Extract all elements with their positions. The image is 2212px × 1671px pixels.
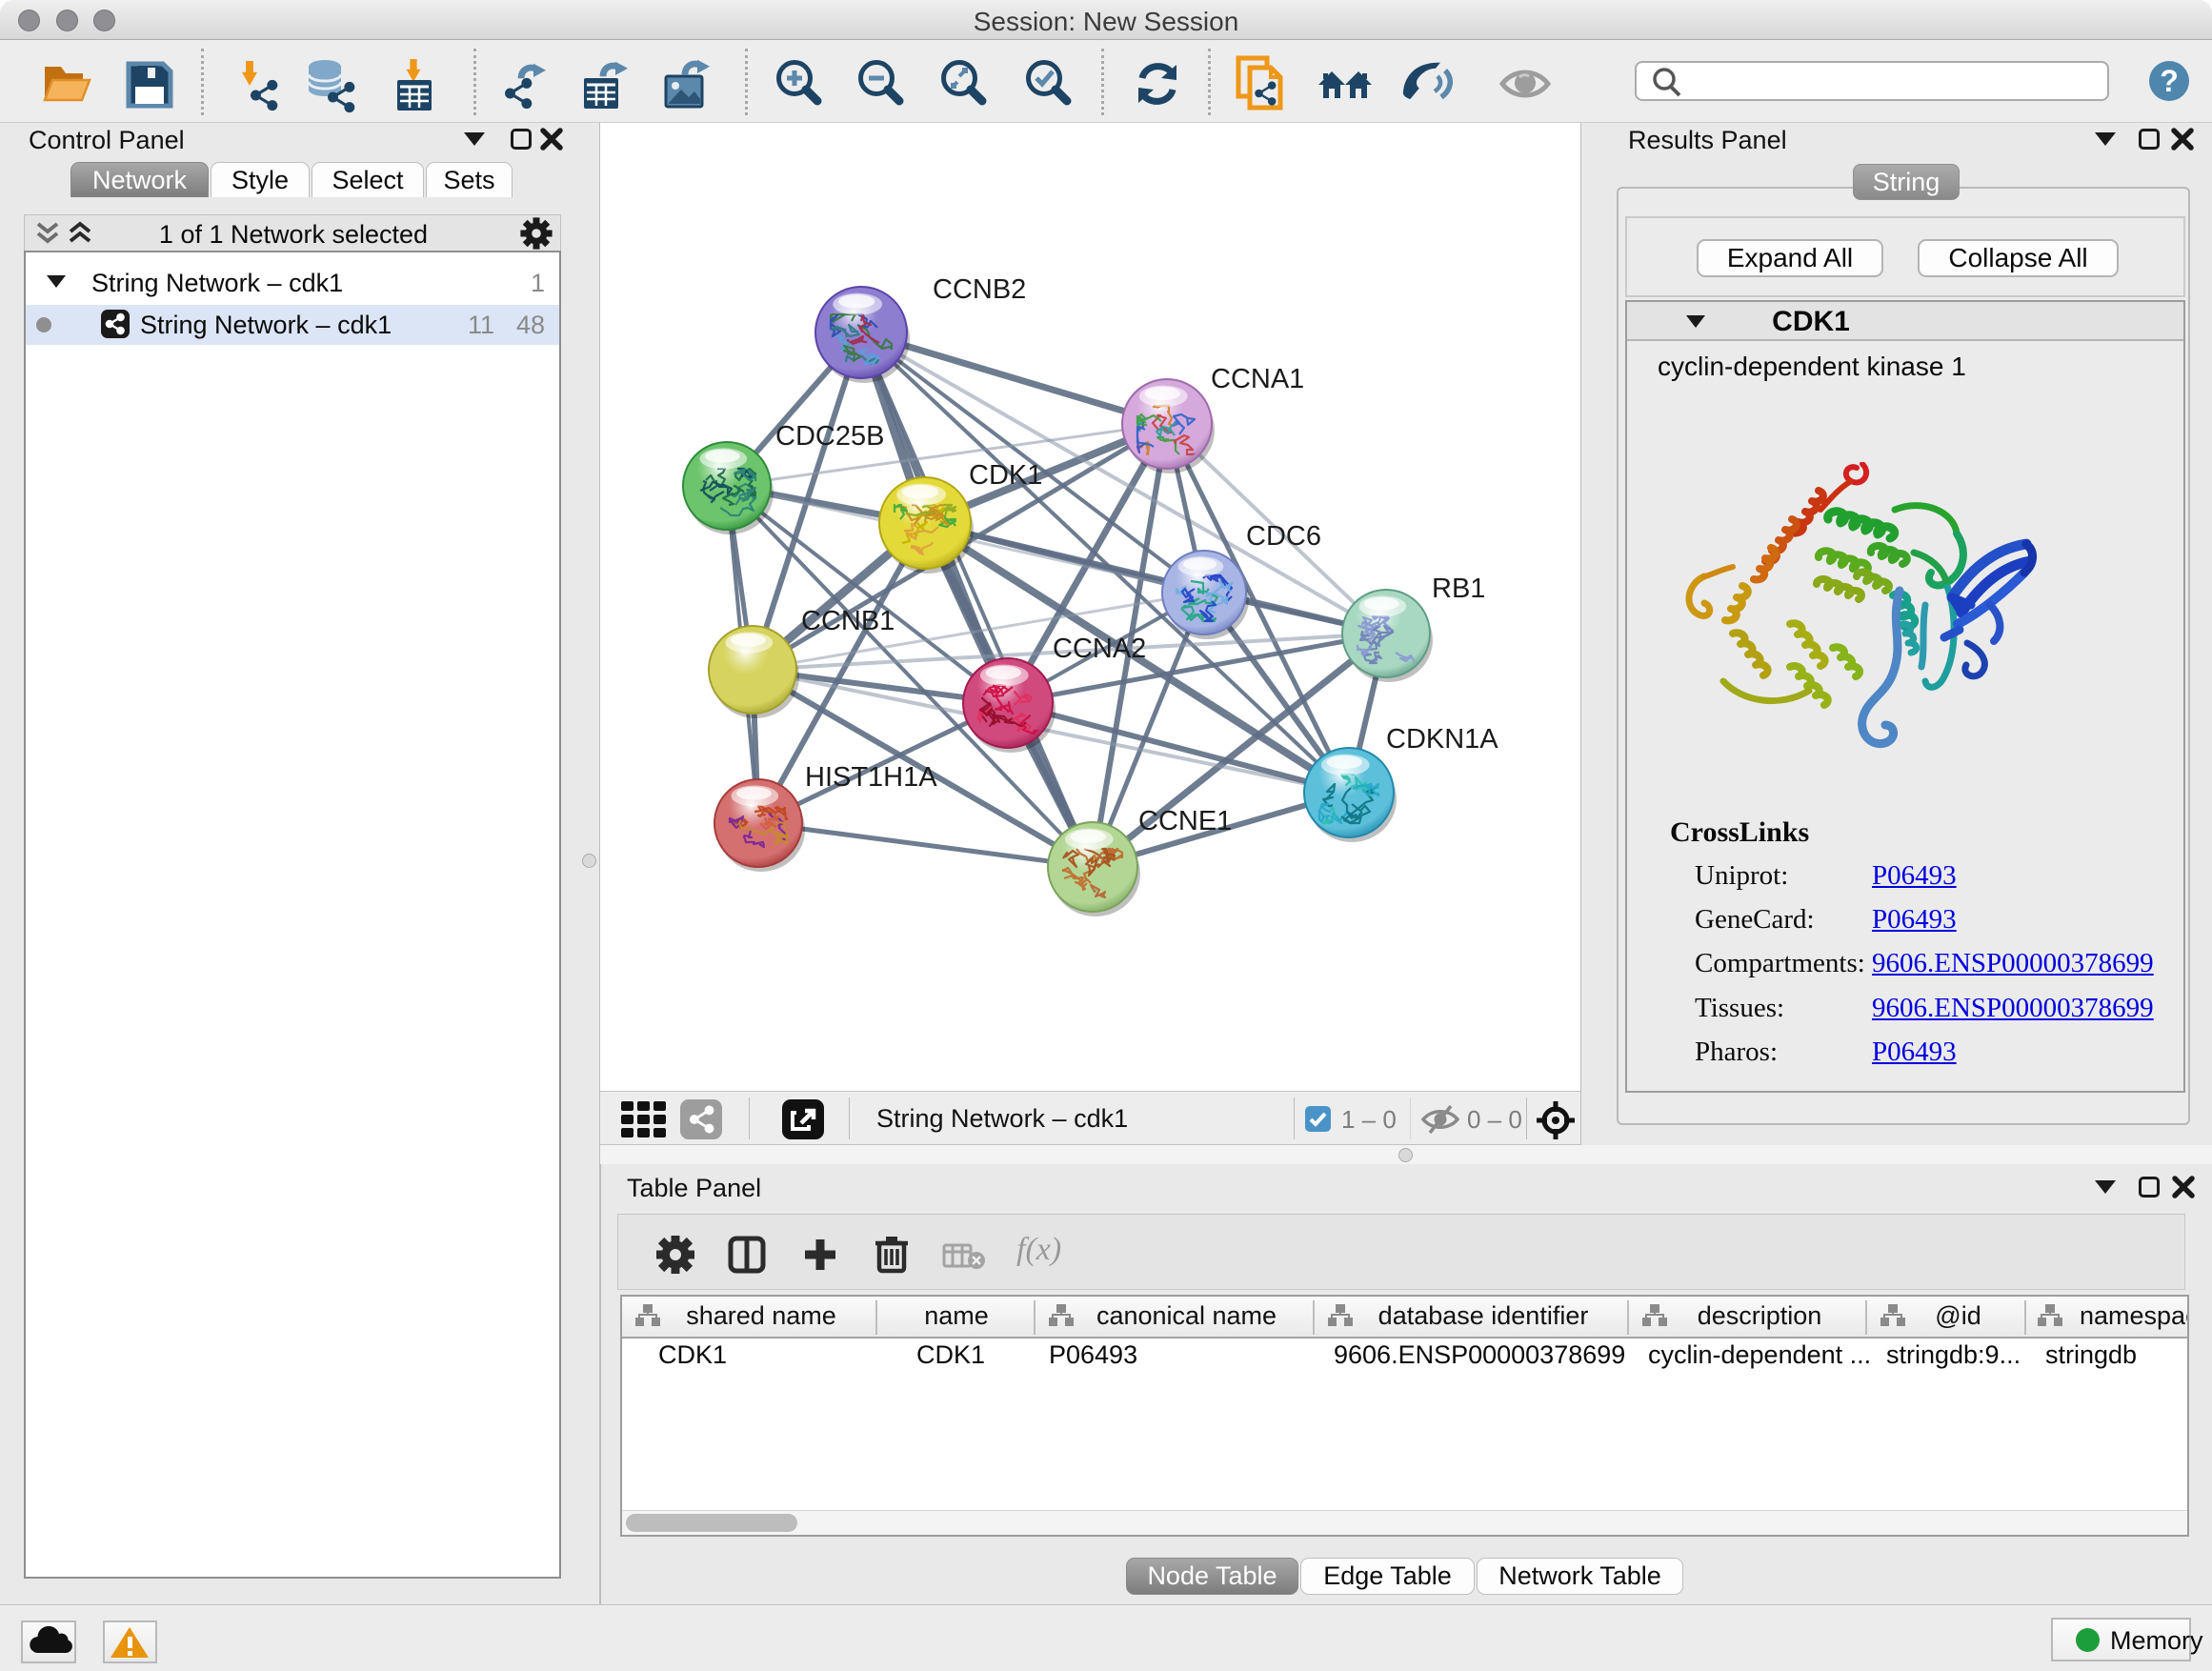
svg-text:CDKN1A: CDKN1A [1386,724,1498,755]
svg-text:@id: @id [1935,1301,1981,1330]
svg-text:CCNB1: CCNB1 [801,606,895,636]
svg-text:CCNA2: CCNA2 [1053,634,1146,664]
svg-text:CDC25B: CDC25B [775,421,884,452]
svg-text:description: description [1698,1301,1822,1330]
svg-text:HIST1H1A: HIST1H1A [805,762,937,793]
svg-text:?: ? [2160,64,2179,98]
svg-text:CDC6: CDC6 [1246,521,1321,552]
svg-text:shared name: shared name [686,1301,836,1330]
svg-text:CCNB2: CCNB2 [933,274,1026,305]
svg-text:database identifier: database identifier [1378,1301,1589,1330]
svg-text:RB1: RB1 [1432,574,1485,604]
svg-text:CDK1: CDK1 [969,460,1042,491]
svg-text:CCNA1: CCNA1 [1211,364,1304,394]
svg-text:canonical name: canonical name [1096,1301,1277,1330]
svg-text:namespac: namespac [2080,1301,2187,1330]
svg-text:CCNE1: CCNE1 [1138,806,1232,836]
svg-text:name: name [924,1301,989,1330]
